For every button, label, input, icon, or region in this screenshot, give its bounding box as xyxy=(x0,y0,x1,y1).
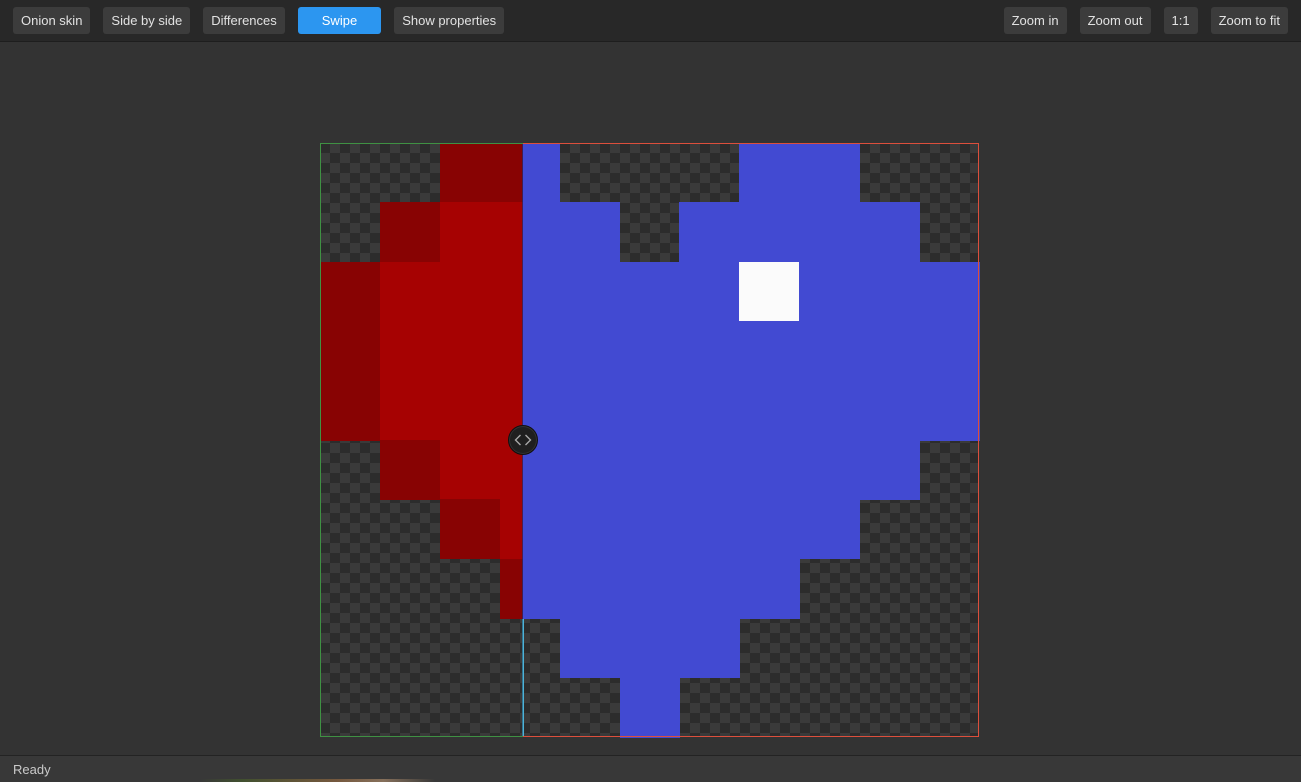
show-properties-button[interactable]: Show properties xyxy=(394,7,504,34)
toolbar: Onion skin Side by side Differences Swip… xyxy=(0,0,1301,42)
old-image-border-left xyxy=(320,143,321,737)
differences-button[interactable]: Differences xyxy=(203,7,285,34)
side-by-side-button[interactable]: Side by side xyxy=(103,7,190,34)
swipe-button[interactable]: Swipe xyxy=(298,7,381,34)
image-diff-viewer xyxy=(320,143,979,737)
status-bar: Ready xyxy=(0,755,1301,782)
new-image-border-top xyxy=(523,143,980,144)
status-text: Ready xyxy=(13,762,51,777)
old-image-border-top xyxy=(320,143,523,144)
zoom-buttons: Zoom in Zoom out 1:1 Zoom to fit xyxy=(1004,7,1288,34)
old-image-border-bottom xyxy=(320,736,523,737)
chevron-left-icon xyxy=(514,434,522,446)
onion-skin-button[interactable]: Onion skin xyxy=(13,7,90,34)
one-to-one-button[interactable]: 1:1 xyxy=(1164,7,1198,34)
new-image-border-right xyxy=(978,143,979,737)
image-borders xyxy=(320,143,979,737)
zoom-to-fit-button[interactable]: Zoom to fit xyxy=(1211,7,1288,34)
zoom-in-button[interactable]: Zoom in xyxy=(1004,7,1067,34)
chevron-right-icon xyxy=(524,434,532,446)
new-image-border-bottom xyxy=(523,736,980,737)
viewer-canvas xyxy=(0,43,1301,755)
view-mode-buttons: Onion skin Side by side Differences Swip… xyxy=(13,7,504,34)
zoom-out-button[interactable]: Zoom out xyxy=(1080,7,1151,34)
swipe-handle[interactable] xyxy=(508,425,538,455)
